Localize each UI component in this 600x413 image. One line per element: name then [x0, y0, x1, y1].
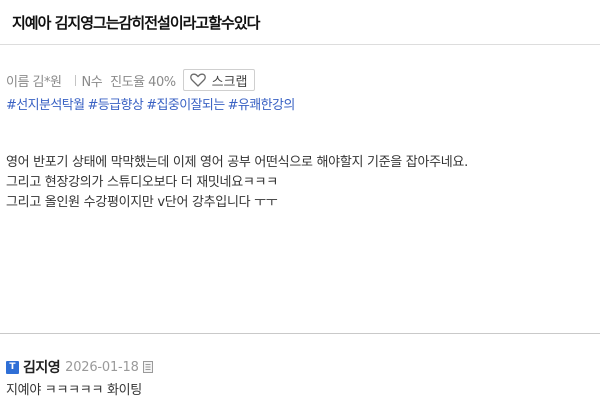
post-meta: 이름 김*원 N수 진도율 40% 스크랩: [6, 68, 256, 92]
scrap-button[interactable]: 스크랩: [182, 69, 256, 91]
review-page: 지예아 김지영그는감히전설이라고할수있다 이름 김*원 N수 진도율 40% 스…: [0, 0, 600, 413]
hashtag[interactable]: #등급향상: [87, 94, 143, 113]
hashtag[interactable]: #선지분석탁월: [6, 94, 85, 113]
comment-date: 2026-01-18: [65, 359, 139, 375]
scrap-label: 스크랩: [211, 73, 248, 89]
teacher-badge-icon: T: [6, 360, 19, 374]
document-icon: [142, 361, 153, 373]
content-line: 그리고 올인원 수강평이지만 v단어 강추입니다 ㅜㅜ: [6, 195, 278, 210]
review-content: 영어 반포기 상태에 막막했는데 이제 영어 공부 어떤식으로 해야할지 기준을…: [6, 153, 586, 213]
hashtag-list: #선지분석탁월 #등급향상 #집중이잘되는 #유쾌한강의: [6, 94, 295, 113]
title-bar: 지예아 김지영그는감히전설이라고할수있다: [0, 0, 600, 45]
author-name: 이름 김*원: [6, 74, 62, 90]
content-line: 영어 반포기 상태에 막막했는데 이제 영어 공부 어떤식으로 해야할지 기준을…: [6, 155, 468, 170]
meta-separator: [75, 74, 77, 86]
hashtag[interactable]: #집중이잘되는: [146, 94, 225, 113]
progress-rate: 진도율 40%: [110, 74, 176, 90]
comment-author: 김지영: [23, 360, 61, 376]
comment-text: 지예야 ㅋㅋㅋㅋㅋ 화이팅: [6, 383, 142, 398]
post-title: 지예아 김지영그는감히전설이라고할수있다: [12, 14, 260, 32]
content-line: 그리고 현장강의가 스튜디오보다 더 재밋네요ㅋㅋㅋ: [6, 175, 278, 190]
hashtag[interactable]: #유쾌한강의: [228, 94, 296, 113]
heart-icon: [189, 73, 206, 87]
comment-divider: [0, 333, 600, 334]
student-grade: N수: [81, 74, 103, 90]
comment-header: T 김지영 2026-01-18: [6, 358, 153, 376]
